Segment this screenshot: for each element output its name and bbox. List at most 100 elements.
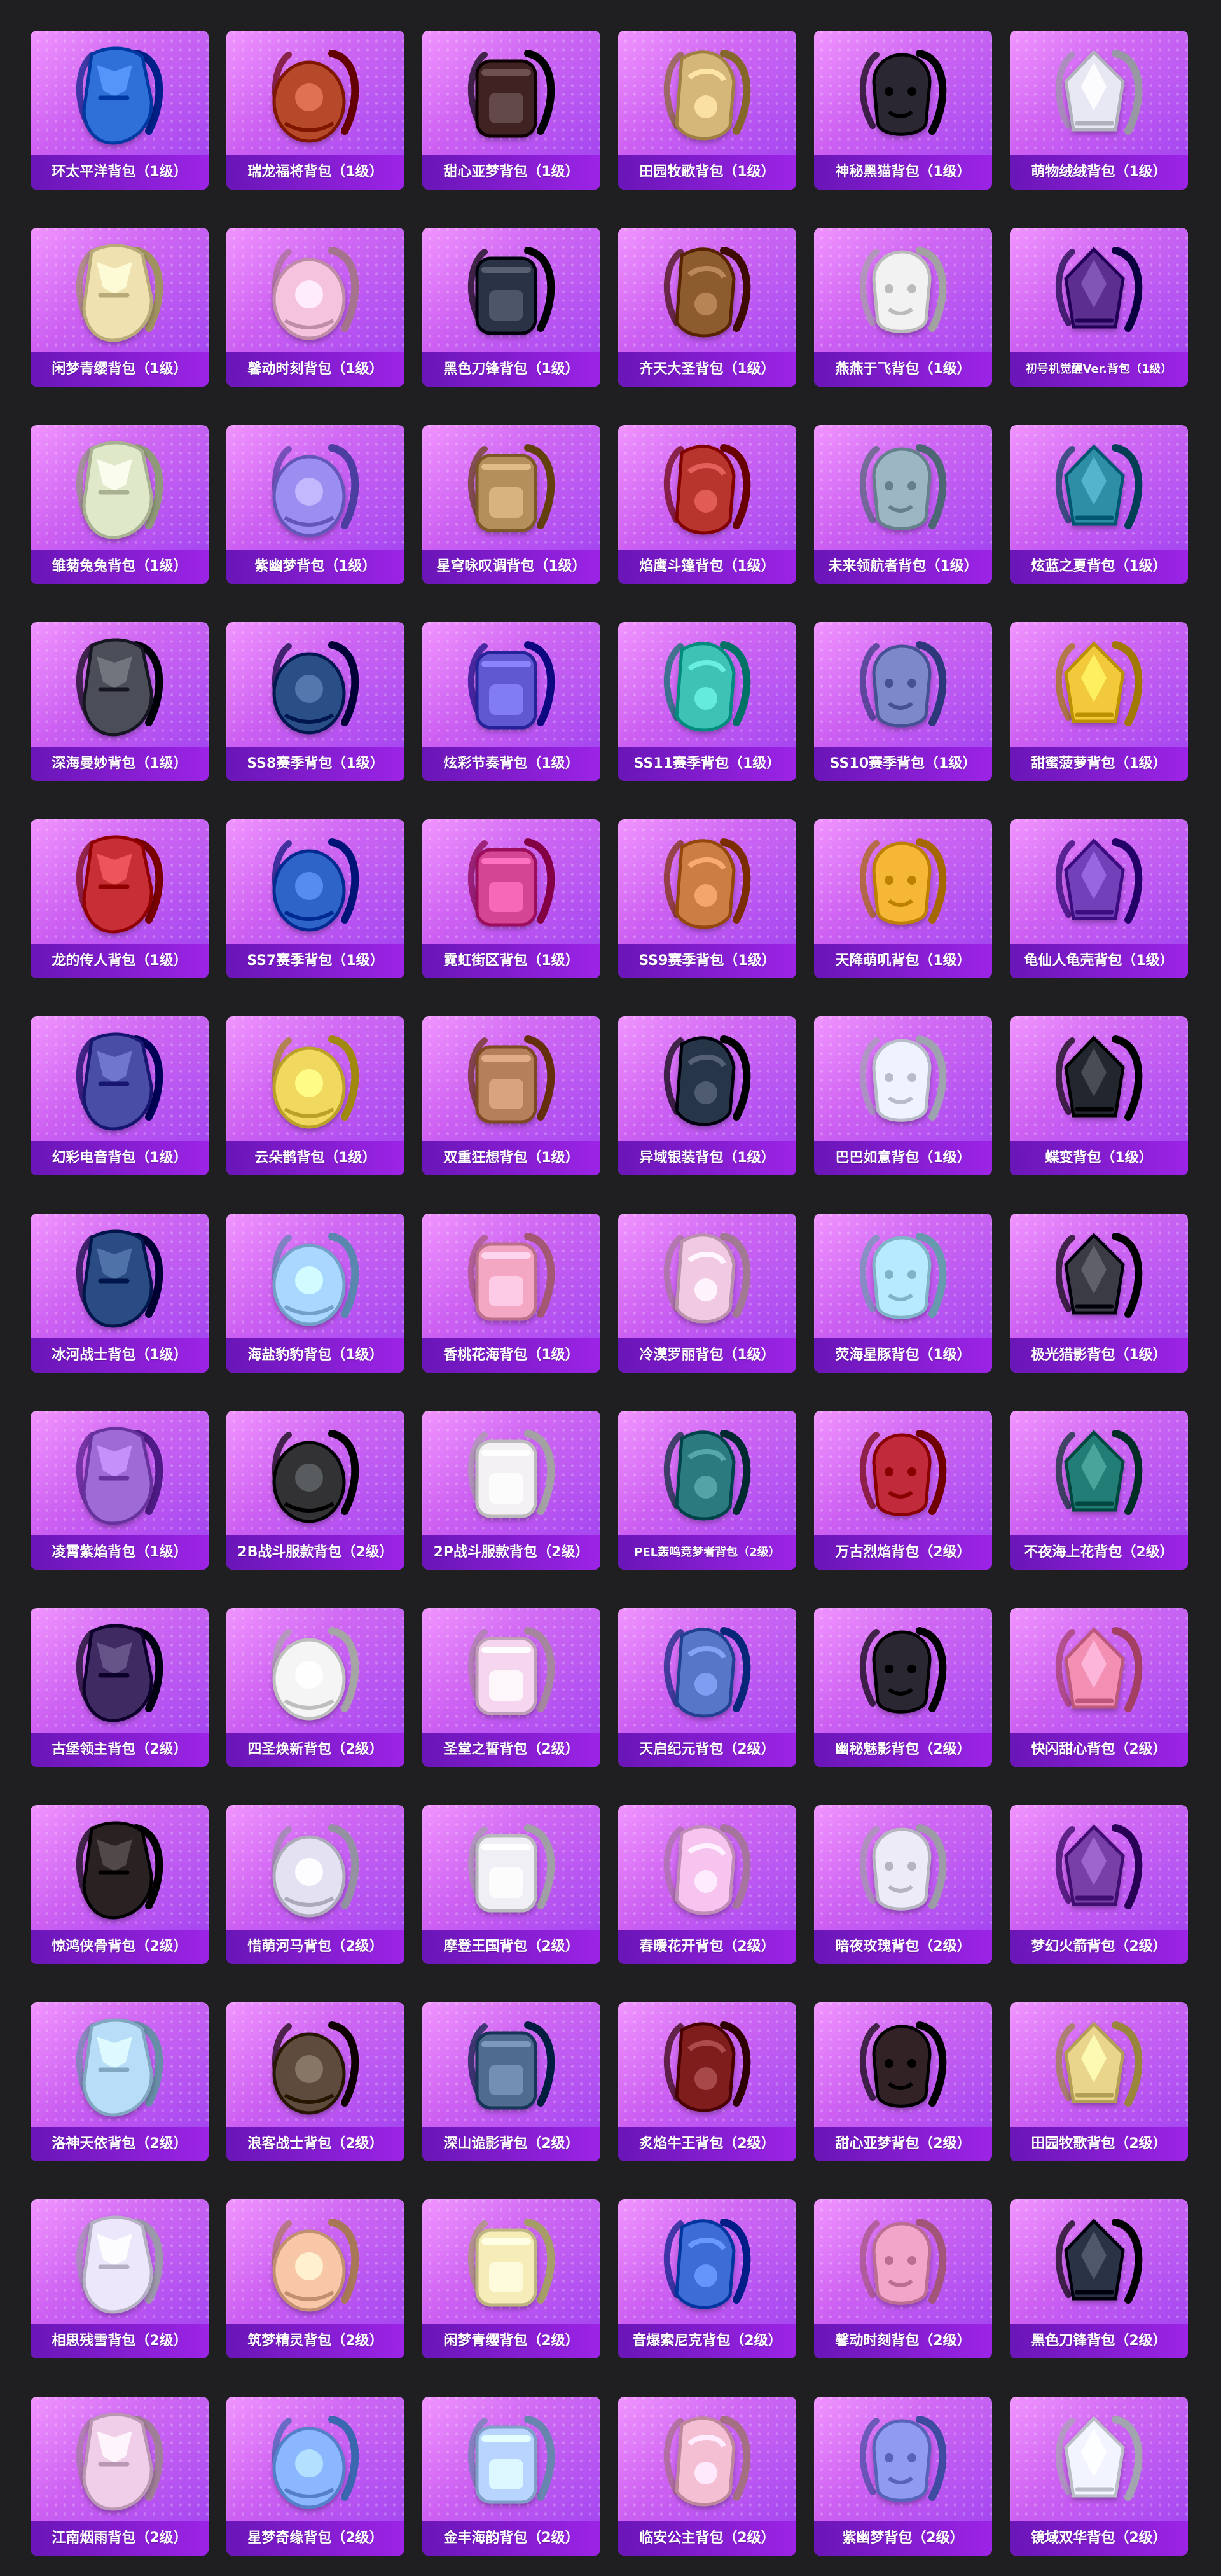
backpack-card[interactable]: 天启纪元背包（2级） — [618, 1608, 796, 1767]
backpack-card[interactable]: 圣堂之誓背包（2级） — [422, 1608, 600, 1767]
backpack-label: 天启纪元背包（2级） — [618, 1733, 796, 1767]
backpack-card[interactable]: 香桃花海背包（1级） — [422, 1214, 600, 1373]
backpack-label: 江南烟雨背包（2级） — [31, 2521, 209, 2556]
backpack-card[interactable]: SS8赛季背包（1级） — [226, 622, 404, 781]
backpack-card[interactable]: 蝶变背包（1级） — [1010, 1016, 1188, 1175]
backpack-card[interactable]: 暗夜玫瑰背包（2级） — [814, 1805, 992, 1964]
backpack-card[interactable]: 梦幻火箭背包（2级） — [1010, 1805, 1188, 1964]
backpack-card[interactable]: 万古烈焰背包（2级） — [814, 1411, 992, 1570]
season-backpack-icon — [226, 622, 404, 745]
backpack-card[interactable]: 神秘黑猫背包（1级） — [814, 31, 992, 190]
backpack-card[interactable]: 初号机觉醒Ver.背包（1级） — [1010, 228, 1188, 387]
backpack-card[interactable]: 四圣焕新背包（2级） — [226, 1608, 404, 1767]
flame-cape-backpack-icon — [618, 425, 796, 548]
backpack-card[interactable]: 甜蜜菠萝背包（1级） — [1010, 622, 1188, 781]
backpack-card[interactable]: 洛神天依背包（2级） — [31, 2002, 209, 2161]
backpack-card[interactable]: 金丰海韵背包（2级） — [422, 2397, 600, 2556]
backpack-card[interactable]: 紫幽梦背包（1级） — [226, 425, 404, 584]
backpack-card[interactable]: 闲梦青缨背包（2级） — [422, 2199, 600, 2358]
backpack-card[interactable]: 2P战斗服款背包（2级） — [422, 1411, 600, 1570]
backpack-card[interactable]: 凌霄紫焰背包（1级） — [31, 1411, 209, 1570]
backpack-card[interactable]: 馨动时刻背包（1级） — [226, 228, 404, 387]
backpack-label: 幻彩电音背包（1级） — [31, 1141, 209, 1175]
pink-bunny-backpack-icon — [814, 2199, 992, 2323]
backpack-card[interactable]: 深海曼妙背包（1级） — [31, 622, 209, 781]
backpack-card[interactable]: 不夜海上花背包（2级） — [1010, 1411, 1188, 1570]
backpack-card[interactable]: 田园牧歌背包（2级） — [1010, 2002, 1188, 2161]
backpack-card[interactable]: 炙焰牛王背包（2级） — [618, 2002, 796, 2161]
wanderer-backpack-icon — [226, 2002, 404, 2126]
backpack-card[interactable]: 古堡领主背包（2级） — [31, 1608, 209, 1767]
backpack-card[interactable]: 焰鹰斗篷背包（1级） — [618, 425, 796, 584]
backpack-card[interactable]: 龙的传人背包（1级） — [31, 819, 209, 978]
backpack-card[interactable]: 星穹咏叹调背包（1级） — [422, 425, 600, 584]
backpack-card[interactable]: 筑梦精灵背包（2级） — [226, 2199, 404, 2358]
backpack-card[interactable]: 冷漠罗丽背包（1级） — [618, 1214, 796, 1373]
backpack-card[interactable]: SS9赛季背包（1级） — [618, 819, 796, 978]
backpack-card[interactable]: 临安公主背包（2级） — [618, 2397, 796, 2556]
backpack-card[interactable]: 霓虹街区背包（1级） — [422, 819, 600, 978]
backpack-card[interactable]: 天降萌叽背包（1级） — [814, 819, 992, 978]
backpack-card[interactable]: SS10赛季背包（1级） — [814, 622, 992, 781]
white-bunny-backpack-icon — [814, 1016, 992, 1140]
backpack-card[interactable]: 炫蓝之夏背包（1级） — [1010, 425, 1188, 584]
backpack-card[interactable]: 异域银装背包（1级） — [618, 1016, 796, 1175]
backpack-label: 星梦奇缘背包（2级） — [226, 2521, 404, 2556]
backpack-card[interactable]: 田园牧歌背包（1级） — [618, 31, 796, 190]
plush-backpack-icon — [1010, 31, 1188, 154]
backpack-card[interactable]: 惊鸿侠骨背包（2级） — [31, 1805, 209, 1964]
snow-backpack-icon — [31, 2199, 209, 2323]
backpack-card[interactable]: 深山诡影背包（2级） — [422, 2002, 600, 2161]
backpack-card[interactable]: 浪客战士背包（2级） — [226, 2002, 404, 2161]
swallow-backpack-icon — [814, 228, 992, 351]
backpack-card[interactable]: 双重狂想背包（1级） — [422, 1016, 600, 1175]
sonic-backpack-icon — [618, 2199, 796, 2323]
backpack-card[interactable]: 龟仙人龟壳背包（1级） — [1010, 819, 1188, 978]
crystal-backpack-icon — [31, 2002, 209, 2126]
backpack-card[interactable]: 巴巴如意背包（1级） — [814, 1016, 992, 1175]
backpack-card[interactable]: 音爆索尼克背包（2级） — [618, 2199, 796, 2358]
turtle-shell-backpack-icon — [1010, 819, 1188, 943]
backpack-card[interactable]: 甜心亚梦背包（1级） — [422, 31, 600, 190]
backpack-card[interactable]: 未来领航者背包（1级） — [814, 425, 992, 584]
backpack-card[interactable]: 云朵鹊背包（1级） — [226, 1016, 404, 1175]
backpack-card[interactable]: 馨动时刻背包（2级） — [814, 2199, 992, 2358]
backpack-card[interactable]: 萌物绒绒背包（1级） — [1010, 31, 1188, 190]
backpack-card[interactable]: 燕燕于飞背包（1级） — [814, 228, 992, 387]
hippo-backpack-icon — [226, 1805, 404, 1929]
teal-flower-backpack-icon — [1010, 1411, 1188, 1534]
backpack-card[interactable]: PEL轰鸣竞梦者背包（2级） — [618, 1411, 796, 1570]
backpack-card[interactable]: 荧海星豚背包（1级） — [814, 1214, 992, 1373]
backpack-card[interactable]: SS7赛季背包（1级） — [226, 819, 404, 978]
backpack-card[interactable]: 闲梦青缨背包（1级） — [31, 228, 209, 387]
backpack-card[interactable]: 炫彩节奏背包（1级） — [422, 622, 600, 781]
white-combat-backpack-icon — [422, 1411, 600, 1534]
backpack-card[interactable]: 幻彩电音背包（1级） — [31, 1016, 209, 1175]
backpack-card[interactable]: 摩登王国背包（2级） — [422, 1805, 600, 1964]
backpack-label: 龟仙人龟壳背包（1级） — [1010, 944, 1188, 978]
backpack-card[interactable]: 极光猎影背包（1级） — [1010, 1214, 1188, 1373]
backpack-card[interactable]: SS11赛季背包（1级） — [618, 622, 796, 781]
backpack-card[interactable]: 黑色刀锋背包（2级） — [1010, 2199, 1188, 2358]
backpack-card[interactable]: 雏菊兔兔背包（1级） — [31, 425, 209, 584]
backpack-card[interactable]: 2B战斗服款背包（2级） — [226, 1411, 404, 1570]
backpack-card[interactable]: 瑞龙福将背包（1级） — [226, 31, 404, 190]
backpack-card[interactable]: 幽秘魅影背包（2级） — [814, 1608, 992, 1767]
backpack-label: 云朵鹊背包（1级） — [226, 1141, 404, 1175]
backpack-card[interactable]: 江南烟雨背包（2级） — [31, 2397, 209, 2556]
backpack-card[interactable]: 惜萌河马背包（2级） — [226, 1805, 404, 1964]
season-backpack-icon — [814, 622, 992, 745]
backpack-card[interactable]: 海盐豹豹背包（1级） — [226, 1214, 404, 1373]
backpack-card[interactable]: 齐天大圣背包（1级） — [618, 228, 796, 387]
backpack-card[interactable]: 相思残雪背包（2级） — [31, 2199, 209, 2358]
backpack-card[interactable]: 星梦奇缘背包（2级） — [226, 2397, 404, 2556]
backpack-card[interactable]: 镜域双华背包（2级） — [1010, 2397, 1188, 2556]
backpack-card[interactable]: 黑色刀锋背包（1级） — [422, 228, 600, 387]
backpack-card[interactable]: 快闪甜心背包（2级） — [1010, 1608, 1188, 1767]
backpack-card[interactable]: 环太平洋背包（1级） — [31, 31, 209, 190]
backpack-card[interactable]: 紫幽梦背包（2级） — [814, 2397, 992, 2556]
backpack-card[interactable]: 甜心亚梦背包（2级） — [814, 2002, 992, 2161]
backpack-card[interactable]: 冰河战士背包（1级） — [31, 1214, 209, 1373]
esports-backpack-icon — [618, 1411, 796, 1534]
backpack-card[interactable]: 春暖花开背包（2级） — [618, 1805, 796, 1964]
